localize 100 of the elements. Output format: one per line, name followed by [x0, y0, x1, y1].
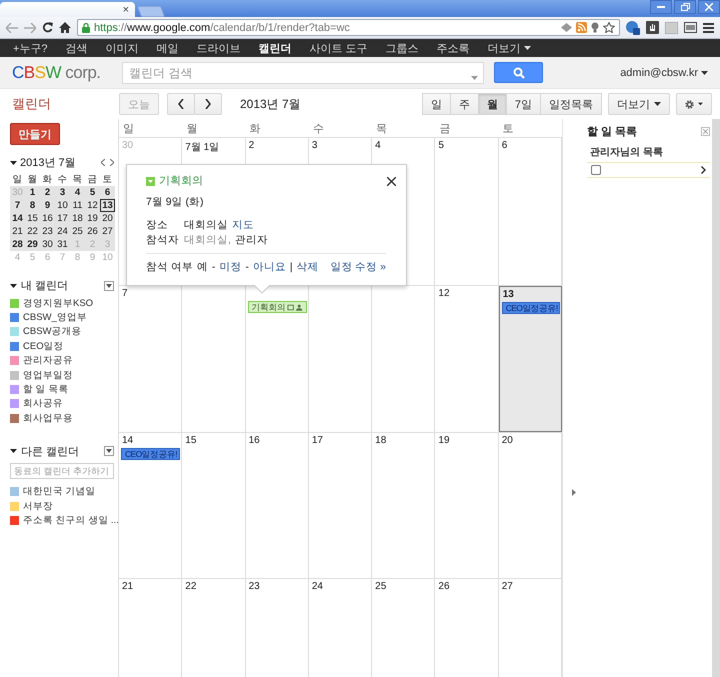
mini-calendar-day[interactable]: 12: [85, 199, 100, 212]
google-bar-link[interactable]: +누구?: [4, 40, 57, 56]
mini-calendar-day[interactable]: 16: [40, 212, 55, 225]
more-button[interactable]: 더보기: [608, 93, 670, 115]
calendar-color-swatch[interactable]: [10, 298, 19, 308]
mini-calendar-day[interactable]: 7: [10, 199, 25, 212]
task-list-name[interactable]: 관리자님의 목록: [587, 145, 710, 159]
view-tab[interactable]: 일정목록: [540, 93, 602, 115]
mini-calendar-day[interactable]: 2: [40, 186, 55, 199]
reload-icon[interactable]: [42, 22, 53, 33]
browser-tab[interactable]: ×: [0, 2, 135, 17]
map-link[interactable]: 지도: [232, 218, 254, 232]
mini-calendar-day[interactable]: 26: [85, 225, 100, 238]
day-cell[interactable]: 18: [372, 433, 436, 578]
day-cell[interactable]: 22: [182, 579, 246, 677]
view-tab[interactable]: 주: [450, 93, 479, 115]
calendar-color-swatch[interactable]: [10, 516, 19, 525]
lightbulb-icon[interactable]: [591, 22, 599, 33]
account-email[interactable]: admin@cbsw.kr: [620, 66, 698, 78]
settings-button[interactable]: [676, 93, 712, 115]
view-tab[interactable]: 일: [422, 93, 451, 115]
logo[interactable]: CBSW corp.: [12, 62, 122, 82]
calendar-name[interactable]: 회사업무용: [23, 412, 73, 425]
calendar-name[interactable]: CBSW_영업부: [23, 311, 87, 324]
rsvp-option[interactable]: 아니요: [252, 260, 286, 274]
search-field[interactable]: 캘린더 검색: [122, 62, 484, 84]
calendar-color-swatch[interactable]: [10, 502, 19, 511]
event-chip[interactable]: CEO일정공유!: [121, 448, 180, 460]
calendar-name[interactable]: 서부장: [23, 500, 53, 513]
back-icon[interactable]: [6, 22, 18, 32]
calendar-color-swatch[interactable]: [10, 370, 19, 380]
mini-calendar-day[interactable]: 31: [55, 238, 70, 251]
view-tab[interactable]: 7일: [506, 93, 541, 115]
close-window-button[interactable]: [698, 0, 720, 14]
restore-button[interactable]: [674, 0, 696, 14]
diamond-icon[interactable]: [561, 23, 572, 32]
mini-calendar-day[interactable]: 8: [25, 199, 40, 212]
calendar-color-swatch[interactable]: [10, 399, 19, 408]
mini-calendar-day[interactable]: 22: [25, 225, 40, 238]
expand-arrow-icon[interactable]: [572, 489, 576, 496]
calendar-color-swatch[interactable]: [10, 342, 19, 351]
create-button[interactable]: 만들기: [10, 123, 60, 145]
scrollbar[interactable]: [712, 119, 720, 677]
day-cell[interactable]: 27: [498, 579, 562, 677]
google-bar-link[interactable]: 그룹스: [376, 40, 428, 56]
calendar-color-swatch[interactable]: [10, 327, 19, 336]
mini-calendar-day[interactable]: 1: [25, 186, 40, 199]
google-bar-link[interactable]: 이미지: [96, 40, 148, 56]
day-cell[interactable]: 5: [435, 138, 499, 285]
google-bar-link[interactable]: 주소록: [428, 40, 479, 56]
mini-calendar-day[interactable]: 9: [40, 199, 55, 212]
mini-calendar-day[interactable]: 10: [55, 199, 70, 212]
calendar-name[interactable]: 주소록 친구의 생일 ...: [23, 514, 119, 527]
next-month-icon[interactable]: [110, 159, 114, 166]
mini-calendar-day[interactable]: 18: [70, 212, 85, 225]
calendar-color-swatch[interactable]: [10, 385, 19, 394]
google-bar-link[interactable]: 드라이브: [188, 40, 250, 56]
event-chip[interactable]: 기획회의: [248, 301, 307, 313]
calendar-name[interactable]: CEO일정: [23, 340, 64, 353]
today-cell[interactable]: 13 CEO일정공유!: [498, 286, 562, 432]
section-title[interactable]: 내 캘린더: [21, 278, 68, 293]
day-cell[interactable]: 6: [498, 138, 562, 285]
add-calendar-field[interactable]: 동료의 캘린더 추가하기: [10, 462, 114, 479]
day-cell[interactable]: 20: [498, 433, 562, 578]
star-icon[interactable]: [603, 22, 615, 33]
previous-button[interactable]: [167, 93, 195, 115]
google-bar-link[interactable]: 사이트 도구: [300, 40, 377, 56]
day-cell[interactable]: 25: [372, 579, 436, 677]
dropdown-checkbox-icon[interactable]: [146, 176, 155, 186]
chevron-right-icon[interactable]: [701, 166, 706, 174]
day-cell[interactable]: 23: [246, 579, 309, 677]
mini-calendar-day[interactable]: 15: [25, 212, 40, 225]
delete-link[interactable]: 삭제: [296, 260, 319, 274]
calendar-color-swatch[interactable]: [10, 313, 19, 322]
mini-calendar-day[interactable]: 6: [100, 186, 115, 199]
forward-icon[interactable]: [24, 22, 36, 32]
mini-calendar-day[interactable]: 21: [10, 225, 25, 238]
section-menu-button[interactable]: [104, 280, 114, 290]
google-bar-link[interactable]: 더보기: [478, 40, 540, 56]
rss-icon[interactable]: [576, 22, 587, 33]
mini-calendar-day[interactable]: 4: [70, 186, 85, 199]
calendar-color-swatch[interactable]: [10, 487, 19, 496]
mini-calendar-day[interactable]: 14: [10, 212, 25, 225]
menu-icon[interactable]: [703, 22, 714, 32]
calendar-name[interactable]: 할 일 목록: [23, 383, 68, 396]
task-checkbox[interactable]: [591, 165, 601, 175]
calendar-name[interactable]: 회사공유: [23, 397, 63, 410]
day-cell[interactable]: 21: [119, 579, 182, 677]
day-cell[interactable]: 26: [435, 579, 499, 677]
previous-month-icon[interactable]: [101, 159, 105, 166]
calendar-name[interactable]: 대한민국 기념일: [23, 485, 96, 498]
calendar-color-swatch[interactable]: [10, 356, 19, 366]
google-bar-link[interactable]: 메일: [148, 40, 188, 56]
day-cell[interactable]: 16: [246, 433, 309, 578]
tab-close-button[interactable]: ×: [122, 4, 129, 16]
calendar-name[interactable]: 영업부일정: [23, 368, 73, 382]
mini-calendar-day[interactable]: 28: [10, 238, 25, 251]
mini-calendar-day[interactable]: 23: [40, 225, 55, 238]
mini-calendar-day[interactable]: 30: [40, 238, 55, 251]
rsvp-option[interactable]: 미정: [219, 260, 242, 274]
